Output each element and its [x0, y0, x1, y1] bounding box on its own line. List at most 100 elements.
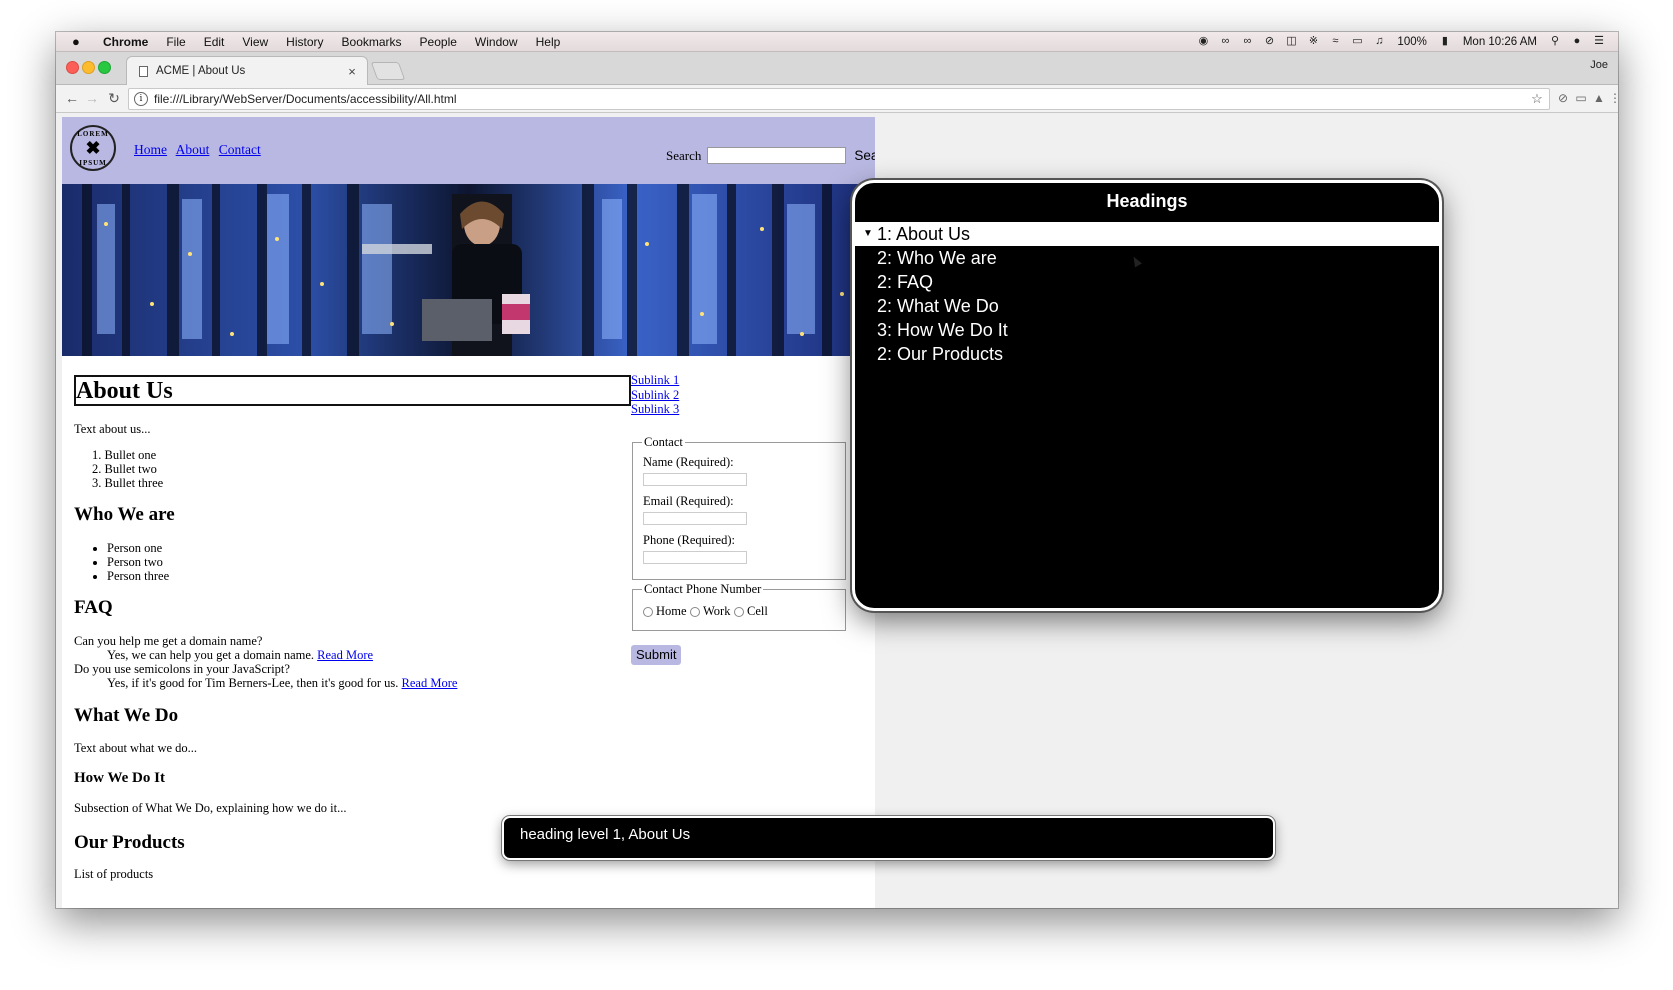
voiceover-headings-rotor: Headings ▼ 1: About Us 2: Who We are 2: … [852, 180, 1442, 611]
contact-fieldset: Contact Name (Required): Email (Required… [632, 435, 846, 580]
heading-how-we-do-it: How We Do It [74, 770, 165, 786]
zoom-window-button[interactable] [98, 61, 111, 74]
rotor-item[interactable]: 2: What We Do [855, 294, 1439, 318]
creative-cloud-icon[interactable]: ∞ [1240, 36, 1254, 47]
email-field[interactable] [643, 512, 747, 525]
radio-home[interactable]: Home [643, 604, 687, 619]
products-text: List of products [74, 867, 154, 881]
web-page: LOREM ✖ IPSUM Home About Contact Search … [62, 117, 875, 908]
radio-work-label: Work [703, 604, 731, 618]
close-window-button[interactable] [66, 61, 79, 74]
name-field[interactable] [643, 473, 747, 486]
rotor-item-label: 2: What We Do [877, 296, 999, 316]
rotor-item-label: 2: Who We are [877, 248, 997, 268]
nav-link-contact[interactable]: Contact [219, 142, 261, 157]
site-search: Search Search [666, 147, 875, 164]
battery-icon[interactable]: ▮ [1438, 36, 1452, 47]
minimize-window-button[interactable] [82, 61, 95, 74]
menu-help[interactable]: Help [536, 35, 561, 49]
disclosure-triangle-icon: ▼ [863, 228, 873, 239]
email-label: Email (Required): [643, 494, 734, 508]
menu-window[interactable]: Window [475, 35, 518, 49]
record-icon[interactable]: ◉ [1196, 36, 1210, 47]
heading-faq: FAQ [74, 597, 113, 618]
siri-icon[interactable]: ● [1570, 36, 1584, 47]
phone-type-legend: Contact Phone Number [642, 582, 764, 597]
list-item: 3. Bullet three [92, 476, 164, 490]
address-bar[interactable]: i file:///Library/WebServer/Documents/ac… [128, 88, 1550, 110]
radio-icon[interactable] [690, 606, 700, 617]
wifi-icon[interactable]: ≈ [1328, 36, 1342, 47]
sublink-1[interactable]: Sublink 1 [631, 373, 679, 388]
infinity-icon[interactable]: ∞ [1218, 36, 1232, 47]
extension-icon[interactable]: ⊘ [1556, 91, 1570, 105]
radio-cell[interactable]: Cell [734, 604, 768, 619]
menu-chrome[interactable]: Chrome [103, 35, 148, 49]
rotor-item-label: 3: How We Do It [877, 320, 1008, 340]
radio-icon[interactable] [643, 606, 653, 617]
airplay-icon[interactable]: ▭ [1350, 36, 1364, 47]
list-item: 1. Bullet one [92, 448, 157, 462]
info-icon[interactable]: i [134, 92, 148, 106]
rotor-item-selected[interactable]: ▼ 1: About Us [855, 222, 1439, 246]
nav-link-home[interactable]: Home [134, 142, 167, 157]
list-item: Person three [107, 569, 170, 583]
new-tab-button[interactable] [370, 62, 406, 80]
bluetooth-icon[interactable]: ※ [1306, 36, 1320, 47]
nav-link-about[interactable]: About [176, 142, 210, 157]
search-input[interactable] [707, 147, 847, 164]
rotor-item[interactable]: 2: FAQ [855, 270, 1439, 294]
site-logo[interactable]: LOREM ✖ IPSUM [70, 125, 116, 171]
logo-text-top: LOREM [77, 130, 109, 138]
back-arrow-icon[interactable]: ← [64, 90, 80, 106]
apple-menu-icon[interactable]: ● [72, 34, 86, 49]
rotor-item[interactable]: 3: How We Do It [855, 318, 1439, 342]
bullet-icon [93, 561, 97, 565]
tab-acme-about-us[interactable]: ACME | About Us × [126, 56, 368, 85]
sync-off-icon[interactable]: ⊘ [1262, 36, 1276, 47]
rotor-item-label: 2: Our Products [877, 344, 1004, 364]
sublink-2[interactable]: Sublink 2 [631, 388, 679, 403]
menu-history[interactable]: History [286, 35, 323, 49]
bookmark-star-icon[interactable]: ☆ [1529, 91, 1545, 107]
profile-name[interactable]: Joe [1590, 59, 1608, 71]
faq-answer: Yes, we can help you get a domain name. … [107, 648, 373, 663]
tab-close-icon[interactable]: × [345, 64, 359, 79]
reload-icon[interactable]: ↻ [106, 90, 122, 106]
radio-work[interactable]: Work [690, 604, 730, 619]
contact-legend: Contact [642, 435, 685, 450]
read-more-link[interactable]: Read More [317, 648, 373, 662]
submit-button[interactable]: Submit [631, 645, 682, 665]
name-label: Name (Required): [643, 455, 734, 469]
more-menu-icon[interactable]: ⋮ [1608, 91, 1618, 105]
menu-clock[interactable]: Mon 10:26 AM [1463, 36, 1537, 48]
heading-our-products: Our Products [74, 832, 185, 853]
sublink-3[interactable]: Sublink 3 [631, 402, 679, 417]
caption-text: heading level 1, About Us [520, 826, 691, 843]
rotor-item[interactable]: 2: Who We are [855, 246, 1439, 270]
faq-answer-text: Yes, if it's good for Tim Berners-Lee, t… [107, 676, 399, 690]
menu-people[interactable]: People [420, 35, 457, 49]
read-more-link[interactable]: Read More [402, 676, 458, 690]
forward-arrow-icon[interactable]: → [84, 90, 100, 106]
url-text[interactable]: file:///Library/WebServer/Documents/acce… [154, 92, 1529, 106]
volume-icon[interactable]: ♫ [1372, 36, 1386, 47]
spotlight-search-icon[interactable]: ⚲ [1548, 36, 1562, 47]
search-button[interactable]: Search [854, 148, 875, 163]
bullet-icon [93, 575, 97, 579]
menu-edit[interactable]: Edit [204, 35, 225, 49]
phone-type-fieldset: Contact Phone Number Home Work Cell [632, 582, 846, 631]
menu-bookmarks[interactable]: Bookmarks [342, 35, 402, 49]
drive-icon[interactable]: ▲ [1592, 91, 1606, 105]
tab-strip: ACME | About Us × Joe [56, 52, 1618, 85]
phone-field[interactable] [643, 551, 747, 564]
radio-icon[interactable] [734, 606, 744, 617]
menu-file[interactable]: File [166, 35, 185, 49]
list-item: 2. Bullet two [92, 462, 157, 476]
notification-center-icon[interactable]: ☰ [1592, 36, 1606, 47]
cast-icon[interactable]: ▭ [1574, 91, 1588, 105]
menu-view[interactable]: View [242, 35, 268, 49]
rotor-item[interactable]: 2: Our Products [855, 342, 1439, 366]
faq-question: Can you help me get a domain name? [74, 634, 263, 648]
screens-icon[interactable]: ◫ [1284, 36, 1298, 47]
